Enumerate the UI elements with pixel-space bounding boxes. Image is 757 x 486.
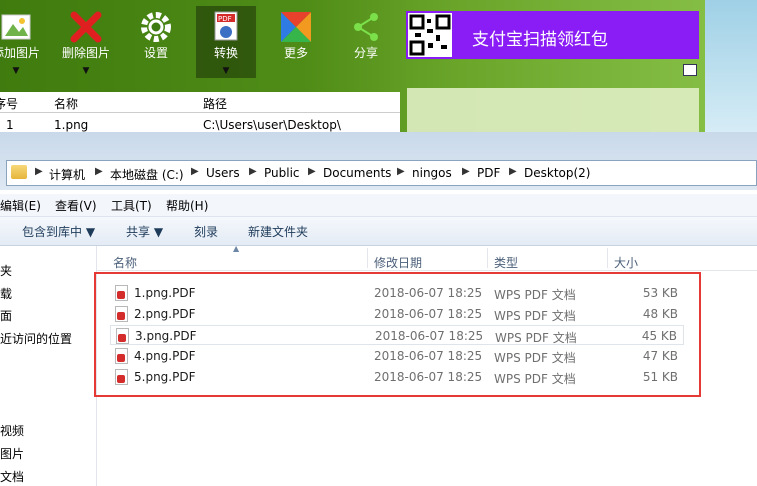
- chevron-down-icon[interactable]: ▼: [0, 66, 46, 76]
- chevron-right-icon[interactable]: ▶: [249, 166, 257, 177]
- convert-button[interactable]: PDF 转换 ▼: [196, 6, 256, 78]
- breadcrumb-users[interactable]: Users: [206, 166, 240, 180]
- menu-view[interactable]: 查看(V): [55, 197, 97, 214]
- add-image-label: 添加图片: [0, 46, 40, 60]
- address-bar-area: ▶ 计算机 ▶ 本地磁盘 (C:) ▶ Users ▶ Public ▶ Doc…: [0, 132, 757, 190]
- pdf-convert-icon: PDF: [209, 10, 243, 44]
- breadcrumb-pdf[interactable]: PDF: [477, 166, 500, 180]
- chevron-down-icon[interactable]: ▼: [56, 66, 116, 76]
- share-button[interactable]: 分享: [336, 6, 396, 78]
- column-header: ▲ 名称 修改日期 类型 大小: [97, 244, 757, 271]
- menu-bar: 编辑(E) 查看(V) 工具(T) 帮助(H): [0, 194, 757, 217]
- nav-item-favorites[interactable]: 夹: [0, 262, 12, 279]
- desktop-wallpaper-strip: [705, 0, 757, 140]
- column-modified[interactable]: 修改日期: [374, 254, 422, 271]
- include-in-library-button[interactable]: 包含到库中 ▼: [22, 223, 95, 240]
- chevron-down-icon[interactable]: ▼: [196, 66, 256, 76]
- qr-code-icon: [408, 13, 452, 57]
- chevron-right-icon[interactable]: ▶: [397, 166, 405, 177]
- column-name[interactable]: 名称: [113, 254, 137, 271]
- share-with-button[interactable]: 共享 ▼: [126, 223, 163, 240]
- gear-icon: [139, 10, 173, 44]
- breadcrumb-ningos[interactable]: ningos: [412, 166, 452, 180]
- share-icon: [349, 10, 383, 44]
- chevron-right-icon[interactable]: ▶: [509, 166, 517, 177]
- delete-x-icon: [69, 10, 103, 44]
- settings-label: 设置: [143, 46, 168, 60]
- burn-button[interactable]: 刻录: [194, 223, 218, 240]
- chevron-right-icon[interactable]: ▶: [308, 166, 316, 177]
- app-row-index: 1: [6, 118, 14, 132]
- app-list-header: 序号 名称 路径: [0, 92, 400, 113]
- command-bar: 包含到库中 ▼ 共享 ▼ 刻录 新建文件夹: [0, 217, 757, 246]
- app-row-name: 1.png: [54, 118, 89, 132]
- column-type[interactable]: 类型: [494, 254, 518, 271]
- nav-item-desktop[interactable]: 面: [0, 307, 12, 324]
- add-image-icon: [0, 10, 33, 44]
- settings-button[interactable]: 设置: [126, 6, 186, 78]
- chevron-right-icon[interactable]: ▶: [95, 166, 103, 177]
- chevron-right-icon[interactable]: ▶: [35, 166, 43, 177]
- chevron-right-icon[interactable]: ▶: [191, 166, 199, 177]
- nav-item-downloads[interactable]: 载: [0, 285, 12, 302]
- new-folder-button[interactable]: 新建文件夹: [248, 223, 308, 240]
- menu-edit[interactable]: 编辑(E): [0, 197, 41, 214]
- chevron-right-icon[interactable]: ▶: [462, 166, 470, 177]
- breadcrumb-desktop2[interactable]: Desktop(2): [524, 166, 591, 180]
- more-label: 更多: [283, 46, 308, 60]
- breadcrumb-public[interactable]: Public: [264, 166, 300, 180]
- nav-item-pictures[interactable]: 图片: [0, 445, 24, 462]
- delete-image-label: 删除图片: [61, 46, 110, 60]
- highlight-box: [94, 272, 701, 397]
- breadcrumb-local-disk[interactable]: 本地磁盘 (C:): [110, 166, 184, 183]
- app-col-name[interactable]: 名称: [54, 95, 78, 112]
- sort-ascending-icon: ▲: [233, 244, 240, 253]
- nav-item-documents[interactable]: 文档: [0, 468, 24, 485]
- menu-tools[interactable]: 工具(T): [111, 197, 152, 214]
- nav-item-recent-places[interactable]: 近访问的位置: [0, 330, 72, 347]
- column-size[interactable]: 大小: [614, 254, 638, 271]
- navigation-pane: 夹 载 面 近访问的位置 视频 图片 文档: [0, 246, 97, 486]
- alipay-promo-banner[interactable]: 支付宝扫描领红包: [406, 11, 699, 59]
- app-row-path: C:\Users\user\Desktop\: [203, 118, 341, 132]
- convert-label: 转换: [213, 46, 238, 60]
- more-colorful-icon: [279, 10, 313, 44]
- promo-text: 支付宝扫描领红包: [472, 30, 608, 50]
- app-col-index[interactable]: 序号: [0, 95, 18, 112]
- address-bar[interactable]: ▶ 计算机 ▶ 本地磁盘 (C:) ▶ Users ▶ Public ▶ Doc…: [6, 160, 757, 186]
- app-list-row[interactable]: 1 1.png C:\Users\user\Desktop\: [0, 114, 400, 132]
- column-divider[interactable]: [367, 248, 368, 268]
- menu-help[interactable]: 帮助(H): [166, 197, 208, 214]
- share-label: 分享: [353, 46, 378, 60]
- nav-item-videos[interactable]: 视频: [0, 422, 24, 439]
- delete-image-button[interactable]: 删除图片 ▼: [56, 6, 116, 78]
- window-restore-icon[interactable]: [683, 64, 697, 76]
- column-divider[interactable]: [487, 248, 488, 268]
- folder-icon: [11, 165, 27, 179]
- app-col-path[interactable]: 路径: [203, 95, 227, 112]
- column-divider[interactable]: [607, 248, 608, 268]
- add-image-button[interactable]: 添加图片 ▼: [0, 6, 46, 78]
- svg-text:PDF: PDF: [218, 15, 232, 23]
- breadcrumb-computer[interactable]: 计算机: [49, 166, 85, 183]
- breadcrumb-documents[interactable]: Documents: [323, 166, 391, 180]
- more-button[interactable]: 更多: [266, 6, 326, 78]
